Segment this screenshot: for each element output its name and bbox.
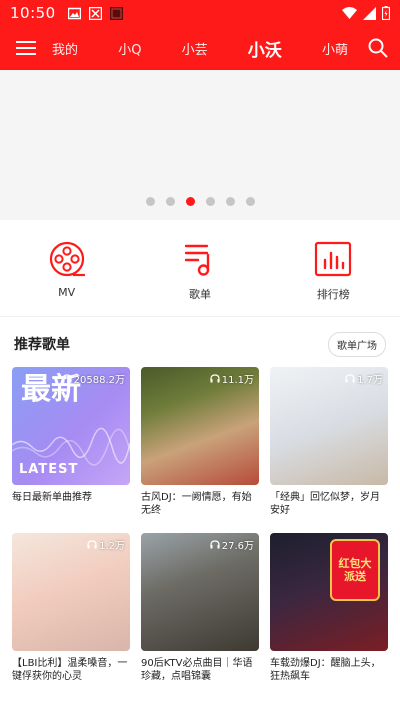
playlist-grid: 最新 LATEST 20588.2万 每日最新单曲推荐 11.1万 古风DJ：一…: [12, 367, 388, 683]
search-icon: [368, 38, 388, 58]
playlist-card[interactable]: 最新 LATEST 20588.2万 每日最新单曲推荐: [12, 367, 130, 517]
tab-xiaomeng[interactable]: 小萌: [322, 39, 348, 58]
headphones-icon: [210, 540, 220, 549]
quick-entries: MV 歌单 排行榜: [0, 240, 400, 302]
playlist-cover[interactable]: 27.6万: [141, 533, 259, 651]
signal-icon: [363, 6, 376, 20]
playlist-cover[interactable]: 红包大派送: [270, 533, 388, 651]
headphones-icon: [87, 540, 97, 549]
section-title: 推荐歌单: [14, 337, 70, 353]
red-packet-text: 红包大派送: [338, 557, 372, 583]
quick-item-chart[interactable]: 排行榜: [267, 240, 400, 302]
wifi-icon: [342, 6, 357, 19]
play-count: 1.2万: [87, 537, 125, 552]
carousel-dot[interactable]: [185, 197, 195, 206]
cover-subtitle-text: LATEST: [19, 462, 79, 477]
play-count-text: 27.6万: [221, 541, 254, 552]
playlist-card[interactable]: 27.6万 90后KTV必点曲目｜华语珍藏，点唱锦囊: [141, 533, 259, 683]
nav-tabs: 我的 小Q 小芸 小沃 小萌: [52, 36, 356, 61]
menu-button[interactable]: [0, 26, 52, 70]
status-bar: 10:50: [0, 0, 400, 26]
status-left-icons: [67, 6, 123, 20]
box-icon: [88, 6, 102, 20]
headphones-icon: [210, 374, 220, 383]
play-count-text: 1.7万: [357, 375, 383, 386]
play-count-text: 20588.2万: [73, 375, 125, 386]
quick-label-mv: MV: [58, 286, 76, 299]
quick-label-playlist: 歌单: [188, 288, 211, 301]
playlist-card[interactable]: 11.1万 古风DJ：一阙情愿，有始无终: [141, 367, 259, 517]
tab-xiaoyun[interactable]: 小芸: [182, 39, 208, 58]
film-reel-icon: [49, 241, 85, 277]
playlist-cover[interactable]: 1.7万: [270, 367, 388, 485]
play-count-text: 1.2万: [99, 541, 125, 552]
playlist-title[interactable]: 古风DJ：一阙情愿，有始无终: [141, 491, 259, 517]
hamburger-menu-icon: [16, 41, 36, 55]
section-divider: [0, 316, 400, 317]
playlist-title[interactable]: 90后KTV必点曲目｜华语珍藏，点唱锦囊: [141, 657, 259, 683]
tab-xiaowo[interactable]: 小沃: [248, 36, 282, 61]
carousel-dots: [0, 197, 400, 206]
carousel-dot[interactable]: [205, 197, 215, 206]
carousel-dot[interactable]: [145, 197, 155, 206]
red-packet-badge[interactable]: 红包大派送: [330, 539, 380, 601]
carousel-dot[interactable]: [245, 197, 255, 206]
tab-mine[interactable]: 我的: [52, 39, 78, 58]
play-count: 20588.2万: [62, 371, 125, 386]
play-count-text: 11.1万: [221, 375, 254, 386]
quick-item-mv[interactable]: MV: [0, 240, 133, 302]
playlist-icon: [184, 244, 210, 276]
status-right-icons: [342, 6, 390, 20]
playlist-card[interactable]: 1.2万 【LBI比利】温柔嗓音，一键俘获你的心灵: [12, 533, 130, 683]
playlist-title[interactable]: 「经典」回忆似梦，岁月安好: [270, 491, 388, 517]
tab-xiaoq[interactable]: 小Q: [118, 39, 141, 58]
headphones-icon: [345, 374, 355, 383]
carousel-dot[interactable]: [225, 197, 235, 206]
playlist-title[interactable]: 每日最新单曲推荐: [12, 491, 130, 517]
headphones-icon: [62, 374, 72, 383]
playlist-card[interactable]: 红包大派送 车载劲爆DJ：醒脑上头，狂热飙车: [270, 533, 388, 683]
square-icon: [109, 6, 123, 20]
search-button[interactable]: [356, 26, 400, 70]
quick-item-playlist[interactable]: 歌单: [133, 240, 266, 302]
playlist-title[interactable]: 【LBI比利】温柔嗓音，一键俘获你的心灵: [12, 657, 130, 683]
playlist-plaza-button[interactable]: 歌单广场: [328, 331, 386, 357]
playlist-card[interactable]: 1.7万 「经典」回忆似梦，岁月安好: [270, 367, 388, 517]
playlist-cover[interactable]: 1.2万: [12, 533, 130, 651]
image-icon: [67, 7, 81, 19]
play-count: 11.1万: [210, 371, 254, 386]
playlist-cover[interactable]: 11.1万: [141, 367, 259, 485]
top-nav: 我的 小Q 小芸 小沃 小萌: [0, 26, 400, 70]
playlist-title[interactable]: 车载劲爆DJ：醒脑上头，狂热飙车: [270, 657, 388, 683]
play-count: 27.6万: [210, 537, 254, 552]
chart-icon: [315, 241, 352, 277]
quick-label-chart: 排行榜: [316, 288, 350, 301]
play-count: 1.7万: [345, 371, 383, 386]
status-time: 10:50: [10, 4, 56, 22]
recommend-header: 推荐歌单 歌单广场: [14, 331, 386, 357]
carousel-dot[interactable]: [165, 197, 175, 206]
playlist-cover[interactable]: 最新 LATEST 20588.2万: [12, 367, 130, 485]
battery-icon: [382, 6, 390, 20]
